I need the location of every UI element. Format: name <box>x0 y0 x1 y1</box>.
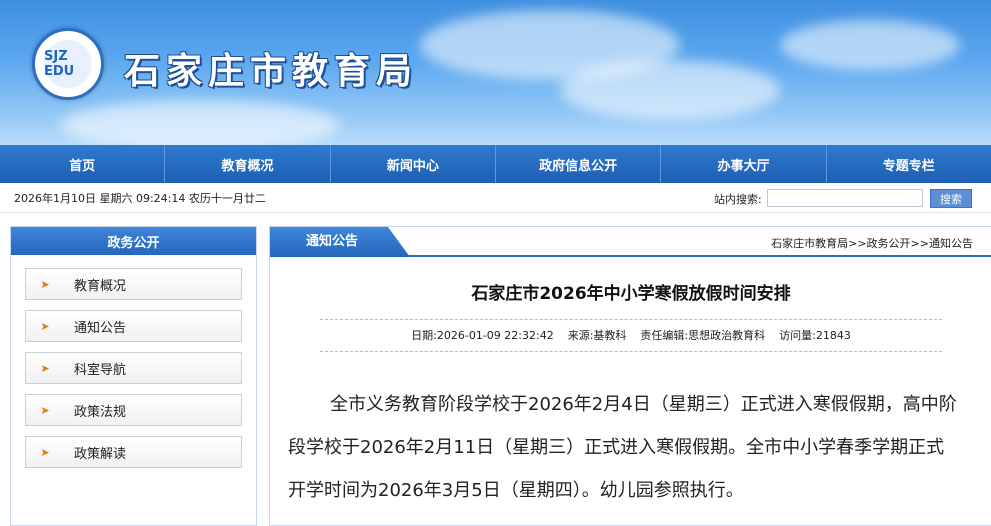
article-source: 来源:基教科 <box>567 329 627 342</box>
article-editor: 责任编辑:思想政治教育科 <box>640 329 766 342</box>
banner-cloud <box>780 20 960 70</box>
main-content: 通知公告 石家庄市教育局>>政务公开>>通知公告 石家庄市2026年中小学寒假放… <box>269 226 991 526</box>
sidebar-item-regulations[interactable]: ➤ 政策法规 <box>25 394 242 426</box>
banner-cloud <box>560 60 780 120</box>
nav-item-topics[interactable]: 专题专栏 <box>827 145 991 183</box>
search-input[interactable] <box>767 189 923 207</box>
sidebar-item-label: 政策解读 <box>74 446 127 462</box>
article-meta: 日期:2026-01-09 22:32:42 来源:基教科 责任编辑:思想政治教… <box>270 327 991 343</box>
article-visits: 访问量:21843 <box>779 329 851 342</box>
current-datetime: 2026年1月10日 星期六 09:24:14 农历十一月廿二 <box>14 192 266 205</box>
arrow-right-icon: ➤ <box>40 445 50 459</box>
site-logo[interactable]: SJZ EDU <box>32 28 104 100</box>
banner-cloud <box>60 100 340 145</box>
arrow-right-icon: ➤ <box>40 319 50 333</box>
site-banner: SJZ EDU 石家庄市教育局 <box>0 0 991 145</box>
nav-item-overview[interactable]: 教育概况 <box>165 145 331 183</box>
search-label: 站内搜索: <box>714 193 762 206</box>
article-date: 日期:2026-01-09 22:32:42 <box>411 329 554 342</box>
logo-mark-icon: SJZ EDU <box>44 40 92 88</box>
arrow-right-icon: ➤ <box>40 277 50 291</box>
search-button[interactable]: 搜索 <box>930 189 972 208</box>
nav-item-services[interactable]: 办事大厅 <box>661 145 827 183</box>
article-title: 石家庄市2026年中小学寒假放假时间安排 <box>471 284 791 304</box>
nav-item-gov-info[interactable]: 政府信息公开 <box>496 145 662 183</box>
arrow-right-icon: ➤ <box>40 403 50 417</box>
sidebar-item-label: 教育概况 <box>74 278 127 294</box>
sidebar-item-overview[interactable]: ➤ 教育概况 <box>25 268 242 300</box>
sidebar-item-departments[interactable]: ➤ 科室导航 <box>25 352 242 384</box>
section-header: 通知公告 石家庄市教育局>>政务公开>>通知公告 <box>270 227 991 257</box>
sidebar: 政务公开 ➤ 教育概况 ➤ 通知公告 ➤ 科室导航 ➤ 政策法规 ➤ 政策解读 <box>10 226 257 526</box>
sidebar-title: 政务公开 <box>11 227 256 255</box>
breadcrumb[interactable]: 石家庄市教育局>>政务公开>>通知公告 <box>771 235 973 251</box>
site-title: 石家庄市教育局 <box>124 50 419 92</box>
sidebar-item-label: 通知公告 <box>74 320 127 336</box>
article-body: 全市义务教育阶段学校于2026年2月4日（星期三）正式进入寒假假期，高中阶段学校… <box>288 394 957 501</box>
main-nav: 首页 教育概况 新闻中心 政府信息公开 办事大厅 专题专栏 <box>0 145 991 183</box>
nav-item-news[interactable]: 新闻中心 <box>331 145 496 183</box>
nav-item-home[interactable]: 首页 <box>0 145 166 183</box>
sidebar-item-label: 政策法规 <box>74 404 127 420</box>
info-bar: 2026年1月10日 星期六 09:24:14 农历十一月廿二 站内搜索: 搜索 <box>0 183 991 213</box>
sidebar-item-interpretation[interactable]: ➤ 政策解读 <box>25 436 242 468</box>
divider <box>320 351 942 352</box>
tab-notices[interactable]: 通知公告 <box>270 227 410 257</box>
divider <box>320 319 942 320</box>
sidebar-item-notices[interactable]: ➤ 通知公告 <box>25 310 242 342</box>
arrow-right-icon: ➤ <box>40 361 50 375</box>
sidebar-item-label: 科室导航 <box>74 362 127 378</box>
